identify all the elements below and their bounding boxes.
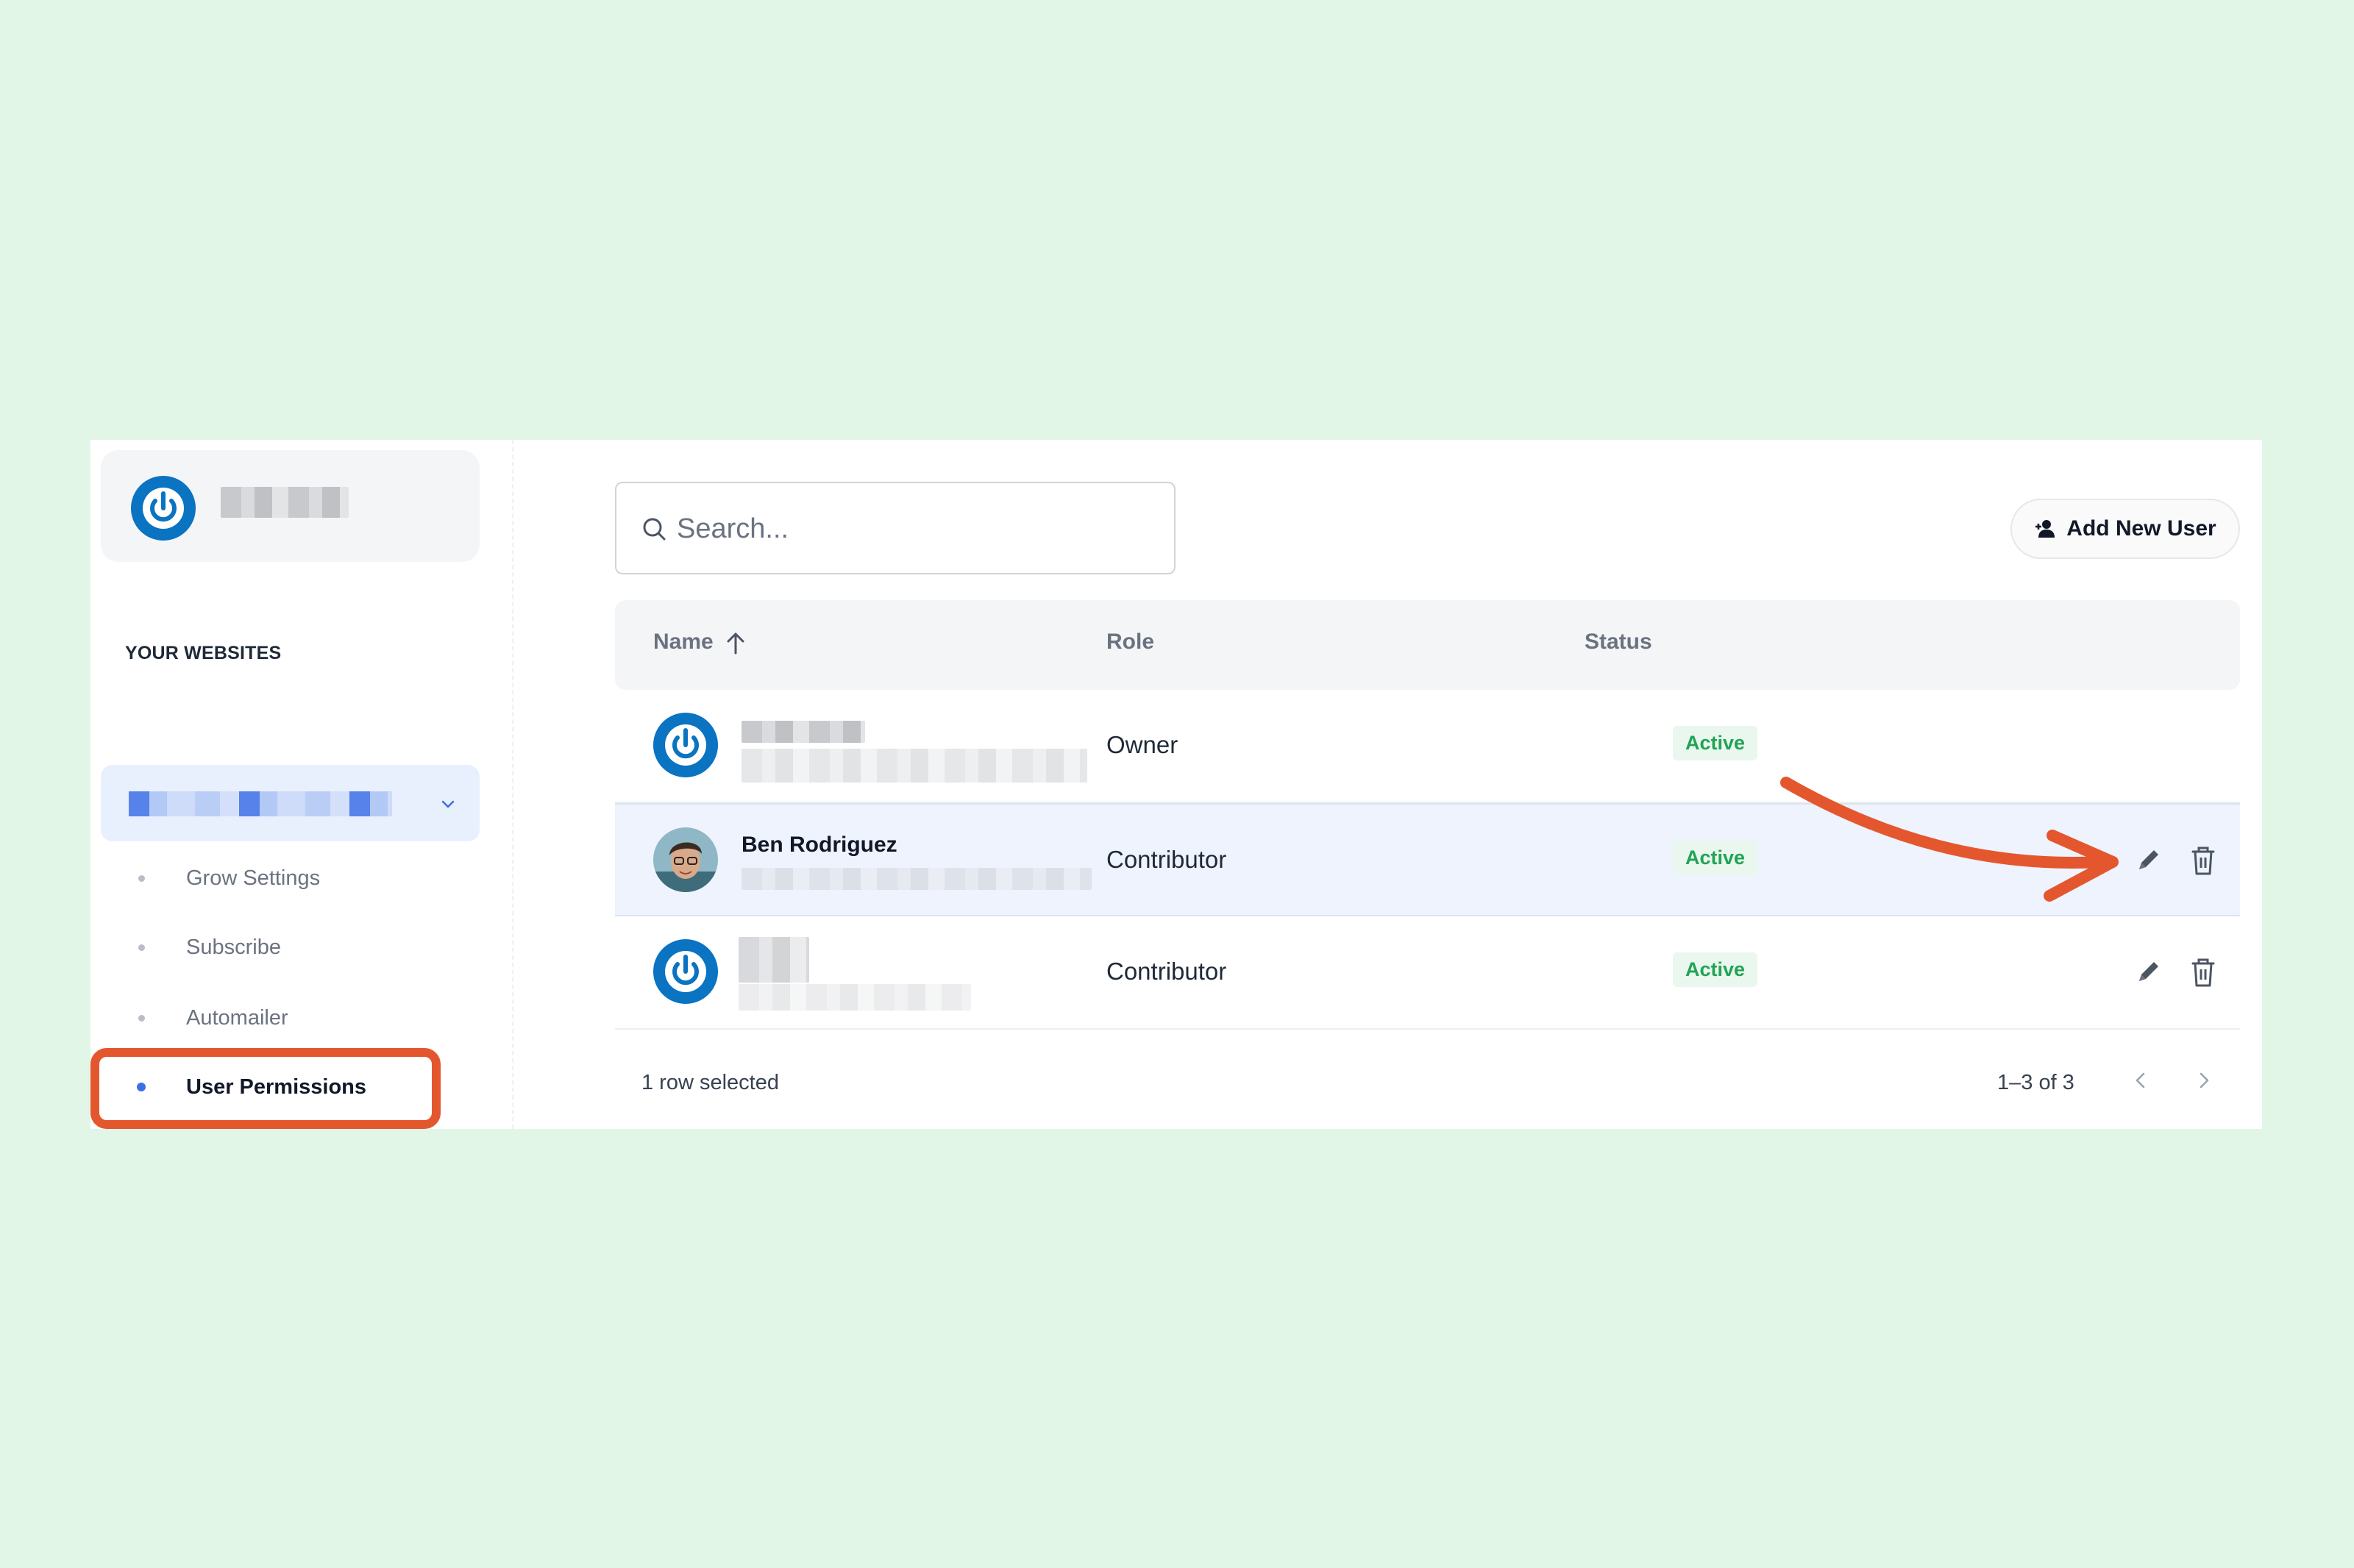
- user-name-redacted: [742, 721, 865, 743]
- power-icon: [131, 476, 196, 541]
- edit-icon[interactable]: [2132, 843, 2164, 878]
- sort-arrow-up-icon[interactable]: [723, 630, 748, 656]
- column-header-status[interactable]: Status: [1585, 630, 1652, 655]
- user-email-redacted: [742, 749, 1087, 783]
- pagination-range: 1–3 of 3: [1997, 1071, 2074, 1094]
- edit-icon[interactable]: [2132, 955, 2164, 990]
- account-name-redacted: [221, 487, 349, 518]
- sidebar-item-label: Subscribe: [186, 935, 281, 959]
- table-row[interactable]: Owner Active: [615, 690, 2240, 803]
- status-badge: Active: [1673, 952, 1758, 987]
- chevron-left-icon[interactable]: [2130, 1069, 2152, 1091]
- status-badge: Active: [1673, 726, 1758, 760]
- bullet-icon: [138, 874, 145, 882]
- add-user-icon: [2035, 520, 2055, 538]
- search-icon: [643, 518, 666, 541]
- user-email-redacted: [742, 868, 1092, 890]
- bullet-icon: [138, 944, 145, 951]
- website-selector[interactable]: [101, 765, 480, 841]
- add-new-user-label: Add New User: [2066, 516, 2216, 541]
- column-header-role[interactable]: Role: [1106, 630, 1154, 655]
- user-email-redacted: [739, 984, 971, 1011]
- highlight-annotation: [90, 1048, 441, 1129]
- bullet-icon: [138, 1014, 145, 1022]
- sidebar: YOUR WEBSITES Grow Settings Subscribe Au…: [90, 440, 513, 1129]
- status-badge: Active: [1673, 841, 1758, 875]
- role-cell: Contributor: [1106, 958, 1227, 985]
- selection-count: 1 row selected: [641, 1071, 779, 1094]
- role-cell: Contributor: [1106, 846, 1227, 873]
- power-icon: [653, 713, 718, 777]
- column-header-name[interactable]: Name: [653, 630, 714, 655]
- trash-icon[interactable]: [2187, 843, 2219, 878]
- account-card[interactable]: [101, 450, 480, 562]
- role-cell: Owner: [1106, 731, 1178, 758]
- avatar: [653, 827, 718, 892]
- table-row[interactable]: Ben Rodriguez Contributor Active: [615, 803, 2240, 916]
- power-icon: [653, 939, 718, 1004]
- sidebar-item-automailer[interactable]: Automailer: [90, 996, 458, 1040]
- add-new-user-button[interactable]: Add New User: [2010, 499, 2240, 559]
- sidebar-item-label: Automailer: [186, 1005, 288, 1030]
- app-window: YOUR WEBSITES Grow Settings Subscribe Au…: [90, 440, 2262, 1129]
- user-name-redacted: [739, 937, 809, 983]
- sidebar-item-subscribe[interactable]: Subscribe: [90, 925, 458, 969]
- user-name: Ben Rodriguez: [742, 833, 897, 857]
- table-row[interactable]: Contributor Active: [615, 916, 2240, 1030]
- chevron-down-icon: [441, 800, 455, 808]
- section-heading: YOUR WEBSITES: [125, 643, 282, 663]
- search-input[interactable]: [675, 505, 1149, 552]
- chevron-right-icon[interactable]: [2193, 1069, 2215, 1091]
- sidebar-item-label: Grow Settings: [186, 866, 321, 890]
- website-name-redacted: [129, 791, 392, 816]
- search-box[interactable]: [615, 482, 1176, 574]
- table-header: Name Role Status: [615, 600, 2240, 690]
- sidebar-item-grow-settings[interactable]: Grow Settings: [90, 856, 458, 900]
- trash-icon[interactable]: [2187, 955, 2219, 990]
